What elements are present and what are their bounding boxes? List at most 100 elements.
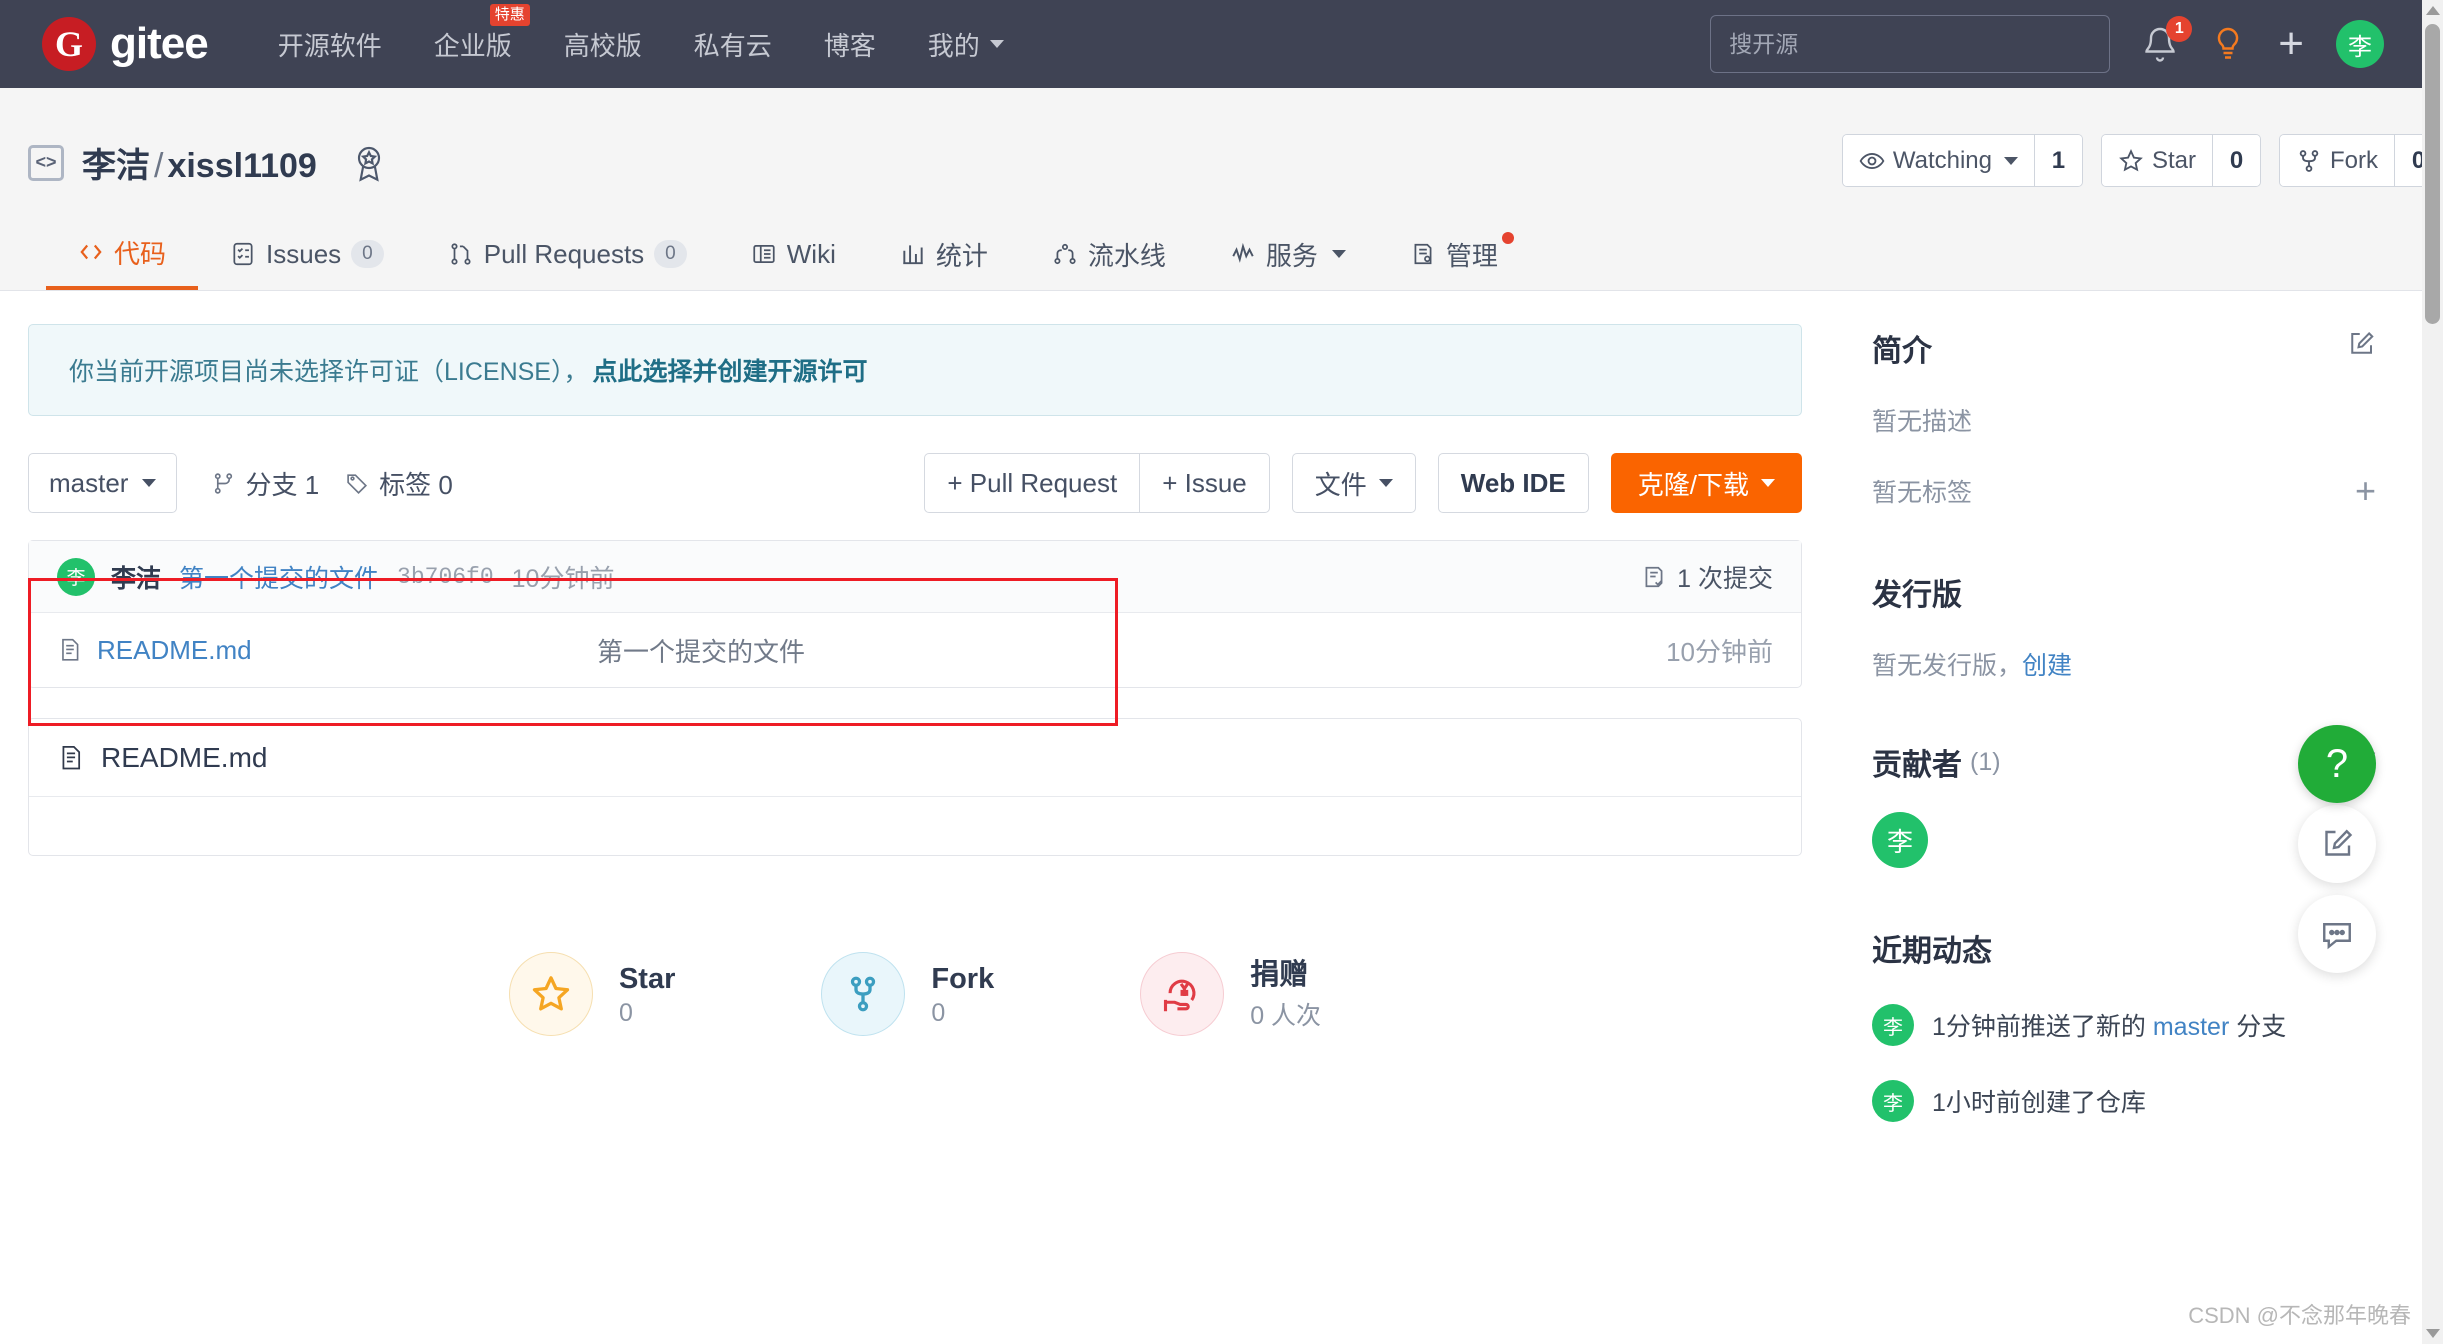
code-icon [80, 244, 102, 260]
activity-branch-link[interactable]: master [2153, 1013, 2229, 1041]
repo-name-link[interactable]: xissl1109 [167, 147, 316, 185]
stat-star[interactable]: Star 0 [508, 952, 676, 1036]
activity-prefix: 1小时前创建了仓库 [1932, 1089, 2146, 1117]
stat-label: Star [618, 962, 676, 995]
add-tag-button[interactable]: + [2355, 470, 2376, 512]
stat-fork[interactable]: Fork 0 [821, 952, 994, 1036]
nav-item-label: 企业版 [433, 30, 512, 61]
tab-manage[interactable]: 管理 [1378, 218, 1530, 290]
no-tags-label: 暂无标签 [1872, 479, 1973, 507]
clone-download-button[interactable]: 克隆/下载 [1610, 453, 1802, 513]
list-item: 李 1小时前创建了仓库 [1872, 1080, 2376, 1122]
create-new-button[interactable]: + [2278, 22, 2304, 66]
fork-button-group: Fork 0 [2279, 134, 2443, 187]
chevron-down-icon [1761, 479, 1775, 487]
scrollbar-thumb[interactable] [2425, 24, 2440, 324]
nav-item-blog[interactable]: 博客 [824, 26, 876, 63]
tags-link[interactable]: 标签 0 [345, 465, 453, 502]
branch-selector-label: master [49, 467, 129, 498]
chevron-down-icon [989, 40, 1004, 48]
fork-button[interactable]: Fork [2280, 135, 2394, 186]
repository-title: <> 李洁 / xissl1109 [28, 138, 389, 187]
help-floating-button[interactable]: ? [2298, 725, 2376, 803]
notifications-button[interactable]: 1 [2142, 16, 2193, 62]
nav-item-opensource[interactable]: 开源软件 [278, 26, 382, 63]
nav-item-university[interactable]: 高校版 [564, 26, 642, 63]
activity-title-label: 近期动态 [1872, 935, 1992, 968]
star-button[interactable]: Star [2101, 135, 2212, 186]
readme-card: README.md [28, 718, 1802, 856]
tab-label: 服务 [1265, 240, 1318, 271]
gitee-logo-icon: G [42, 17, 96, 71]
watch-button-group: Watching 1 [1841, 134, 2083, 187]
tag-icon [347, 473, 368, 494]
fork-icon [2299, 149, 2319, 172]
watch-count[interactable]: 1 [2033, 135, 2082, 186]
branch-selector[interactable]: master [28, 453, 178, 513]
release-empty-state: 暂无发行版， 创建 [1872, 646, 2376, 682]
tags-label: 标签 0 [379, 469, 453, 500]
stat-donate[interactable]: 捐赠 0 人次 [1140, 952, 1321, 1036]
nav-item-mine[interactable]: 我的 [928, 26, 1004, 63]
scrollbar-down-arrow[interactable] [2422, 1323, 2443, 1344]
tab-code[interactable]: 代码 [46, 218, 199, 290]
watch-button[interactable]: Watching [1842, 135, 2034, 186]
tab-count: 0 [654, 239, 687, 269]
stat-label: Fork [931, 962, 995, 995]
new-issue-button[interactable]: + Issue [1139, 453, 1270, 513]
commit-sha[interactable]: 3b706f0 [397, 564, 494, 590]
tab-wiki[interactable]: Wiki [719, 218, 868, 290]
nav-item-privatecloud[interactable]: 私有云 [694, 26, 772, 63]
repo-owner-link[interactable]: 李洁 [82, 147, 150, 185]
service-icon [1232, 242, 1254, 263]
avatar: 李 [1872, 1080, 1914, 1122]
license-create-link[interactable]: 点此选择并创建开源许可 [592, 352, 867, 388]
readme-header: README.md [29, 719, 1801, 797]
scrollbar-up-arrow[interactable] [2422, 0, 2443, 21]
feedback-floating-button[interactable] [2298, 805, 2376, 883]
file-link[interactable]: README.md [57, 635, 597, 666]
pr-icon [451, 243, 471, 265]
branches-link[interactable]: 分支 1 [211, 465, 319, 502]
commit-author[interactable]: 李洁 [111, 559, 161, 595]
suggestion-button[interactable] [2210, 26, 2246, 62]
create-release-link[interactable]: 创建 [2022, 646, 2072, 682]
tab-pipeline[interactable]: 流水线 [1020, 218, 1198, 290]
tab-services[interactable]: 服务 [1198, 218, 1378, 290]
latest-commit-row: 李 李洁 第一个提交的文件 3b706f0 10分钟前 1 次提交 [29, 541, 1801, 613]
search-input[interactable] [1710, 15, 2111, 73]
edit-note-icon [2325, 829, 2353, 856]
files-dropdown-button[interactable]: 文件 [1291, 453, 1416, 513]
star-count[interactable]: 0 [2212, 135, 2260, 186]
tab-issues[interactable]: Issues 0 [198, 218, 416, 290]
user-avatar[interactable]: 李 [2336, 20, 2384, 68]
activity-text: 1小时前创建了仓库 [1932, 1083, 2146, 1119]
tab-label: 代码 [114, 238, 167, 269]
tab-label: 管理 [1445, 240, 1498, 271]
repo-code-icon: <> [28, 144, 64, 181]
file-commit-message: 第一个提交的文件 [597, 636, 806, 667]
repository-tabs: 代码 Issues 0 Pull Requests 0 Wiki 统计 流水线 … [0, 213, 2422, 291]
chat-floating-button[interactable] [2298, 895, 2376, 973]
contributor-avatar[interactable]: 李 [1872, 812, 1928, 868]
repo-tags: 暂无标签 + [1872, 470, 2376, 512]
nav-item-enterprise[interactable]: 企业版 特惠 [433, 3, 530, 63]
new-pull-request-button[interactable]: + Pull Request [924, 453, 1140, 513]
gitee-logo[interactable]: G gitee [42, 17, 209, 71]
tab-pull-requests[interactable]: Pull Requests 0 [416, 218, 719, 290]
star-icon [532, 976, 570, 1011]
tab-statistics[interactable]: 统计 [868, 218, 1020, 290]
watch-label: Watching [1892, 146, 1992, 174]
page-scrollbar[interactable] [2422, 0, 2443, 1344]
notification-count-badge: 1 [2166, 16, 2193, 42]
donate-icon [1164, 979, 1196, 1012]
nav-item-label: 博客 [823, 30, 876, 61]
gitee-repository-page: G gitee 开源软件 企业版 特惠 高校版 私有云 博客 我的 搜开源 1 … [0, 0, 2443, 1344]
chevron-down-icon [1378, 479, 1393, 487]
commit-message[interactable]: 第一个提交的文件 [179, 559, 379, 595]
edit-intro-button[interactable] [2346, 329, 2376, 367]
plus-icon: + [2278, 19, 2304, 68]
commit-count-link[interactable]: 1 次提交 [1641, 559, 1773, 595]
web-ide-button[interactable]: Web IDE [1437, 453, 1589, 513]
table-row[interactable]: README.md 第一个提交的文件 10分钟前 [29, 613, 1801, 687]
